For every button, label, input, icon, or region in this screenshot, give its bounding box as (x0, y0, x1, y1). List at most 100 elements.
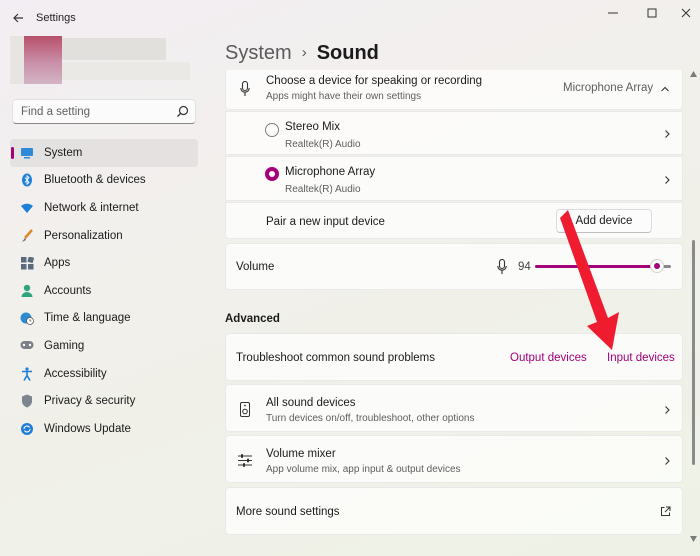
sidebar-item-system[interactable]: System (10, 139, 198, 167)
globe-clock-icon (20, 311, 34, 326)
breadcrumb-parent[interactable]: System (225, 42, 292, 64)
sidebar-nav: System Bluetooth & devices Network & int… (10, 139, 198, 443)
volume-mixer-subtitle: App volume mix, app input & output devic… (266, 464, 461, 475)
device-name: Microphone Array (285, 166, 376, 178)
volume-slider-thumb[interactable] (650, 259, 664, 273)
volume-value: 94 (518, 261, 531, 273)
maximize-icon (647, 8, 657, 18)
sidebar-item-gaming[interactable]: Gaming (10, 332, 198, 360)
app-title: Settings (36, 12, 76, 24)
volume-slider-track[interactable] (535, 265, 657, 268)
blurred-area (10, 36, 24, 84)
blurred-user-email (62, 62, 190, 80)
search-placeholder: Find a setting (21, 106, 91, 118)
sidebar-item-label: Time & language (44, 312, 131, 325)
volume-label: Volume (236, 261, 275, 273)
sidebar-item-label: Bluetooth & devices (44, 174, 146, 187)
monitor-icon (20, 146, 34, 160)
wifi-icon (20, 201, 34, 215)
troubleshoot-label: Troubleshoot common sound problems (236, 352, 436, 364)
stereo-mix-radio[interactable] (265, 123, 279, 137)
sidebar-item-personalization[interactable]: Personalization (10, 222, 198, 250)
search-input[interactable]: Find a setting (12, 99, 196, 124)
mixer-icon (238, 454, 252, 467)
sidebar-item-label: Apps (44, 257, 71, 270)
sidebar-item-accounts[interactable]: Accounts (10, 277, 198, 305)
apps-icon (20, 256, 34, 270)
all-sound-devices-title: All sound devices (266, 397, 356, 409)
microphone-icon (240, 81, 250, 96)
chevron-right-icon (665, 130, 670, 138)
sidebar-item-accessibility[interactable]: Accessibility (10, 360, 198, 388)
all-sound-devices-card[interactable]: All sound devices Turn devices on/off, t… (225, 384, 683, 432)
device-driver: Realtek(R) Audio (285, 184, 361, 195)
sidebar-item-label: Windows Update (44, 422, 131, 435)
avatar (24, 36, 62, 84)
bluetooth-icon (20, 173, 34, 187)
device-row-stereo-mix[interactable]: Stereo Mix Realtek(R) Audio (225, 111, 683, 155)
microphone-array-radio[interactable] (265, 167, 279, 181)
input-devices-link[interactable]: Input devices (607, 352, 675, 364)
pair-input-device-row: Pair a new input device Add device (225, 202, 683, 239)
scroll-up-icon[interactable] (689, 70, 698, 78)
device-name: Stereo Mix (285, 121, 340, 133)
device-row-microphone-array[interactable]: Microphone Array Realtek(R) Audio (225, 156, 683, 201)
sidebar-item-label: Gaming (44, 339, 85, 352)
output-devices-link[interactable]: Output devices (510, 352, 587, 364)
sidebar-item-label: Accessibility (44, 367, 107, 380)
sidebar-item-network[interactable]: Network & internet (10, 194, 198, 222)
more-sound-settings-card[interactable]: More sound settings (225, 487, 683, 535)
chevron-right-icon (665, 176, 670, 184)
update-icon (20, 422, 34, 436)
arrow-left-icon (13, 13, 23, 23)
breadcrumb: System › Sound (225, 42, 379, 65)
page-title: Sound (316, 42, 379, 64)
sidebar-item-label: System (44, 146, 83, 159)
scrollbar-thumb[interactable] (692, 240, 695, 465)
sidebar-item-apps[interactable]: Apps (10, 249, 198, 277)
sidebar-item-bluetooth[interactable]: Bluetooth & devices (10, 167, 198, 195)
title-bar: Settings (0, 0, 700, 36)
scroll-down-icon[interactable] (689, 535, 698, 543)
microphone-icon (497, 259, 507, 274)
add-device-button[interactable]: Add device (556, 209, 652, 233)
gamepad-icon (20, 339, 34, 353)
shield-icon (20, 394, 34, 408)
minimize-button[interactable] (598, 4, 628, 22)
sidebar-item-label: Privacy & security (44, 395, 136, 408)
advanced-heading: Advanced (225, 313, 280, 325)
blurred-user-name (62, 38, 166, 60)
brush-icon (20, 228, 34, 243)
sidebar-item-time-language[interactable]: Time & language (10, 305, 198, 333)
person-icon (20, 284, 34, 298)
chevron-right-icon (665, 406, 670, 414)
accessibility-icon (20, 366, 34, 381)
speaker-device-icon (240, 402, 250, 417)
close-icon (681, 8, 691, 18)
pair-input-label: Pair a new input device (266, 216, 385, 228)
minimize-icon (608, 12, 618, 14)
close-button[interactable] (671, 4, 700, 22)
selected-input-device: Microphone Array (563, 82, 654, 94)
troubleshoot-card: Troubleshoot common sound problems Outpu… (225, 333, 683, 381)
sidebar-item-label: Personalization (44, 229, 123, 242)
more-sound-settings-label: More sound settings (236, 506, 340, 518)
sidebar-item-privacy-security[interactable]: Privacy & security (10, 387, 198, 415)
external-link-icon (661, 506, 671, 516)
input-device-card[interactable]: Choose a device for speaking or recordin… (225, 70, 683, 110)
chevron-right-icon (665, 457, 670, 465)
input-device-title: Choose a device for speaking or recordin… (266, 75, 483, 87)
sidebar-item-label: Network & internet (44, 201, 139, 214)
chevron-up-icon[interactable] (660, 84, 670, 94)
volume-mixer-card[interactable]: Volume mixer App volume mix, app input &… (225, 435, 683, 483)
breadcrumb-separator: › (301, 44, 307, 61)
maximize-button[interactable] (637, 4, 667, 22)
sidebar-item-label: Accounts (44, 284, 92, 297)
input-device-subtitle: Apps might have their own settings (266, 91, 422, 102)
user-profile[interactable] (10, 36, 190, 86)
all-sound-devices-subtitle: Turn devices on/off, troubleshoot, other… (266, 413, 475, 424)
device-driver: Realtek(R) Audio (285, 139, 361, 150)
back-button[interactable] (6, 6, 30, 30)
volume-mixer-title: Volume mixer (266, 448, 336, 460)
sidebar-item-windows-update[interactable]: Windows Update (10, 415, 198, 443)
